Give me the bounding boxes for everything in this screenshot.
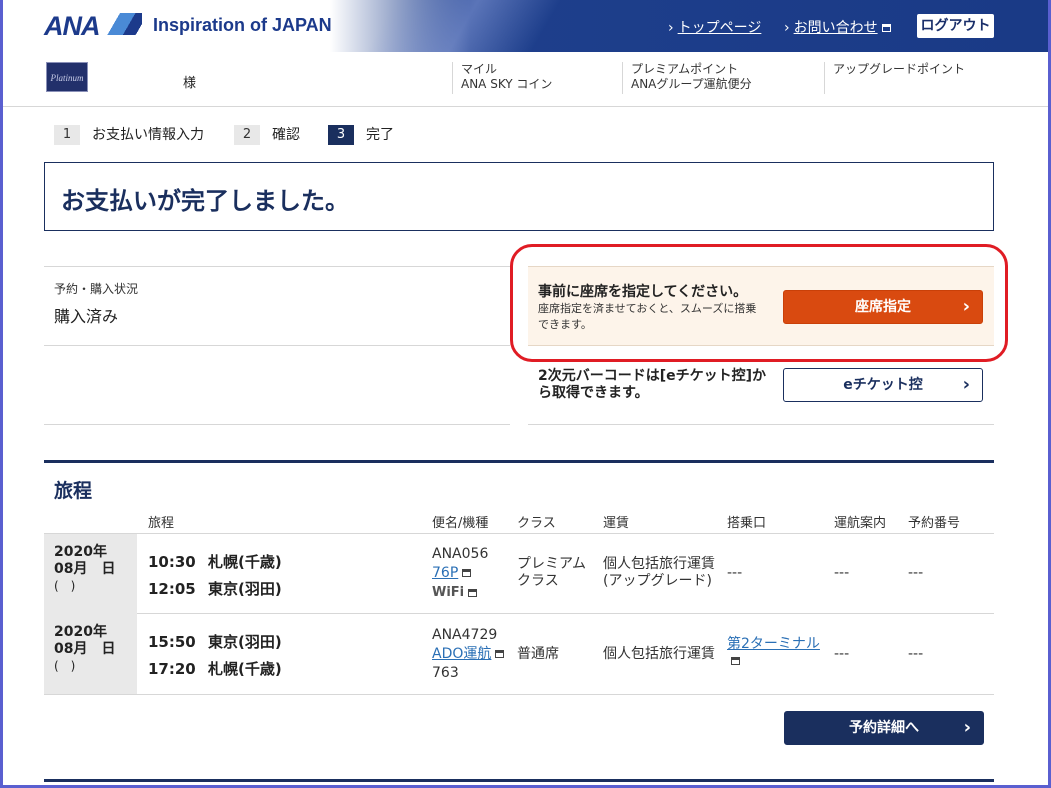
external-window-icon bbox=[495, 650, 505, 658]
upgrade-points-label: アップグレードポイント bbox=[833, 62, 966, 76]
contact-link[interactable]: › お問い合わせ bbox=[784, 17, 891, 37]
terminal-link[interactable]: 第2ターミナル bbox=[727, 636, 820, 670]
aircraft-type: 763 bbox=[432, 665, 459, 681]
class-cell: プレミアム クラス bbox=[517, 556, 587, 589]
bottom-rule bbox=[44, 779, 994, 782]
booking-status-value: 購入済み bbox=[54, 307, 119, 326]
gate-cell: --- bbox=[727, 565, 743, 581]
column-header-route: 旅程 bbox=[148, 516, 175, 531]
booking-status-label: 予約・購入状況 bbox=[54, 282, 139, 296]
aircraft-link[interactable]: 76P bbox=[432, 565, 472, 582]
date-cell: 2020年 08月 日 ( ) bbox=[44, 614, 137, 694]
eticket-barcode-note: 2次元バーコードは[eチケット控]から取得できます。 bbox=[538, 368, 767, 401]
external-window-icon bbox=[468, 588, 478, 597]
premium-points-sub: ANAグループ運航便分 bbox=[631, 77, 752, 91]
fare-cell: 個人包括旅行運賃 (アップグレード) bbox=[603, 556, 715, 589]
column-header-booking: 予約番号 bbox=[908, 516, 961, 531]
booking-status-panel: 予約・購入状況 購入済み bbox=[44, 266, 510, 346]
chevron-right-icon: › bbox=[962, 296, 970, 317]
seat-selection-button[interactable]: 座席指定 › bbox=[783, 290, 983, 324]
seat-selection-panel: 事前に座席を指定してください。 座席指定を済ませておくと、スムーズに搭乗できます… bbox=[528, 266, 994, 346]
ana-logo[interactable]: ANA bbox=[44, 11, 100, 42]
chevron-right-icon: › bbox=[963, 717, 971, 738]
column-header-gate: 搭乗口 bbox=[727, 516, 767, 531]
column-header-fare: 運賃 bbox=[603, 516, 630, 531]
departure: 10:30 札幌(千歳) bbox=[148, 553, 282, 571]
seat-selection-desc: 座席指定を済ませておくと、スムーズに搭乗できます。 bbox=[538, 302, 757, 331]
miles-label: マイル bbox=[461, 62, 498, 76]
class-cell: 普通席 bbox=[517, 646, 559, 662]
column-header-ops: 運航案内 bbox=[834, 516, 887, 531]
global-header: ANA Inspiration of JAPAN › トップページ › お問い合わせ… bbox=[0, 0, 1051, 52]
departure: 15:50 東京(羽田) bbox=[148, 633, 282, 651]
miles-column: マイル ANA SKY コイン bbox=[452, 62, 552, 94]
header-map-graphic bbox=[330, 0, 630, 52]
platinum-member-card-icon: Platinum bbox=[46, 62, 88, 92]
chevron-right-icon: › bbox=[784, 20, 790, 36]
table-row: 2020年 08月 日 ( ) 15:50 東京(羽田) 17:20 札幌(千歳) … bbox=[44, 614, 994, 695]
external-window-icon bbox=[462, 569, 472, 577]
chevron-right-icon: › bbox=[668, 20, 674, 36]
step-complete: 3 完了 bbox=[328, 124, 394, 145]
date-cell: 2020年 08月 日 ( ) bbox=[44, 534, 137, 614]
table-row: 2020年 08月 日 ( ) 10:30 札幌(千歳) 12:05 東京(羽田) … bbox=[44, 533, 994, 614]
arrival: 12:05 東京(羽田) bbox=[148, 580, 282, 598]
eticket-button[interactable]: eチケット控 › bbox=[783, 368, 983, 402]
ops-cell: --- bbox=[834, 646, 850, 662]
seat-selection-title: 事前に座席を指定してください。 bbox=[538, 284, 748, 300]
booking-cell: --- bbox=[908, 565, 924, 581]
ops-cell: --- bbox=[834, 565, 850, 581]
external-window-icon bbox=[881, 24, 891, 32]
itinerary-title: 旅程 bbox=[54, 480, 93, 502]
column-header-class: クラス bbox=[517, 516, 556, 531]
logout-button[interactable]: ログアウト bbox=[917, 14, 994, 38]
flight-number: ANA056 bbox=[432, 546, 489, 562]
member-info-bar: Platinum 様 マイル ANA SKY コイン プレミアムポイント ANA… bbox=[0, 52, 1051, 107]
booking-details-button[interactable]: 予約詳細へ › bbox=[784, 711, 984, 745]
step-confirm: 2 確認 bbox=[234, 124, 300, 145]
skycoin-label: ANA SKY コイン bbox=[461, 77, 553, 91]
divider bbox=[44, 424, 510, 425]
column-header-flight: 便名/機種 bbox=[432, 516, 489, 531]
wifi-link[interactable]: WiFi bbox=[432, 584, 478, 601]
external-window-icon bbox=[731, 657, 740, 665]
premium-points-label: プレミアムポイント bbox=[631, 62, 739, 76]
fare-cell: 個人包括旅行運賃 bbox=[603, 646, 715, 662]
page-title: お支払いが完了しました。 bbox=[61, 187, 349, 215]
itinerary-top-rule bbox=[44, 460, 994, 463]
operator-link[interactable]: ADO運航 bbox=[432, 646, 505, 663]
top-page-link[interactable]: › トップページ bbox=[668, 17, 761, 37]
ana-logo-stripe2-icon bbox=[112, 13, 142, 35]
chevron-right-icon: › bbox=[962, 374, 970, 395]
member-honorific: 様 bbox=[183, 76, 197, 91]
payment-complete-box: お支払いが完了しました。 bbox=[44, 162, 994, 231]
booking-cell: --- bbox=[908, 646, 924, 662]
divider bbox=[528, 424, 994, 425]
arrival: 17:20 札幌(千歳) bbox=[148, 660, 282, 678]
header-tagline: Inspiration of JAPAN bbox=[153, 15, 332, 35]
step-payment-input: 1 お支払い情報入力 bbox=[54, 124, 204, 145]
upgrade-points-column: アップグレードポイント bbox=[824, 62, 965, 94]
premium-points-column: プレミアムポイント ANAグループ運航便分 bbox=[622, 62, 752, 94]
flight-number: ANA4729 bbox=[432, 627, 498, 643]
